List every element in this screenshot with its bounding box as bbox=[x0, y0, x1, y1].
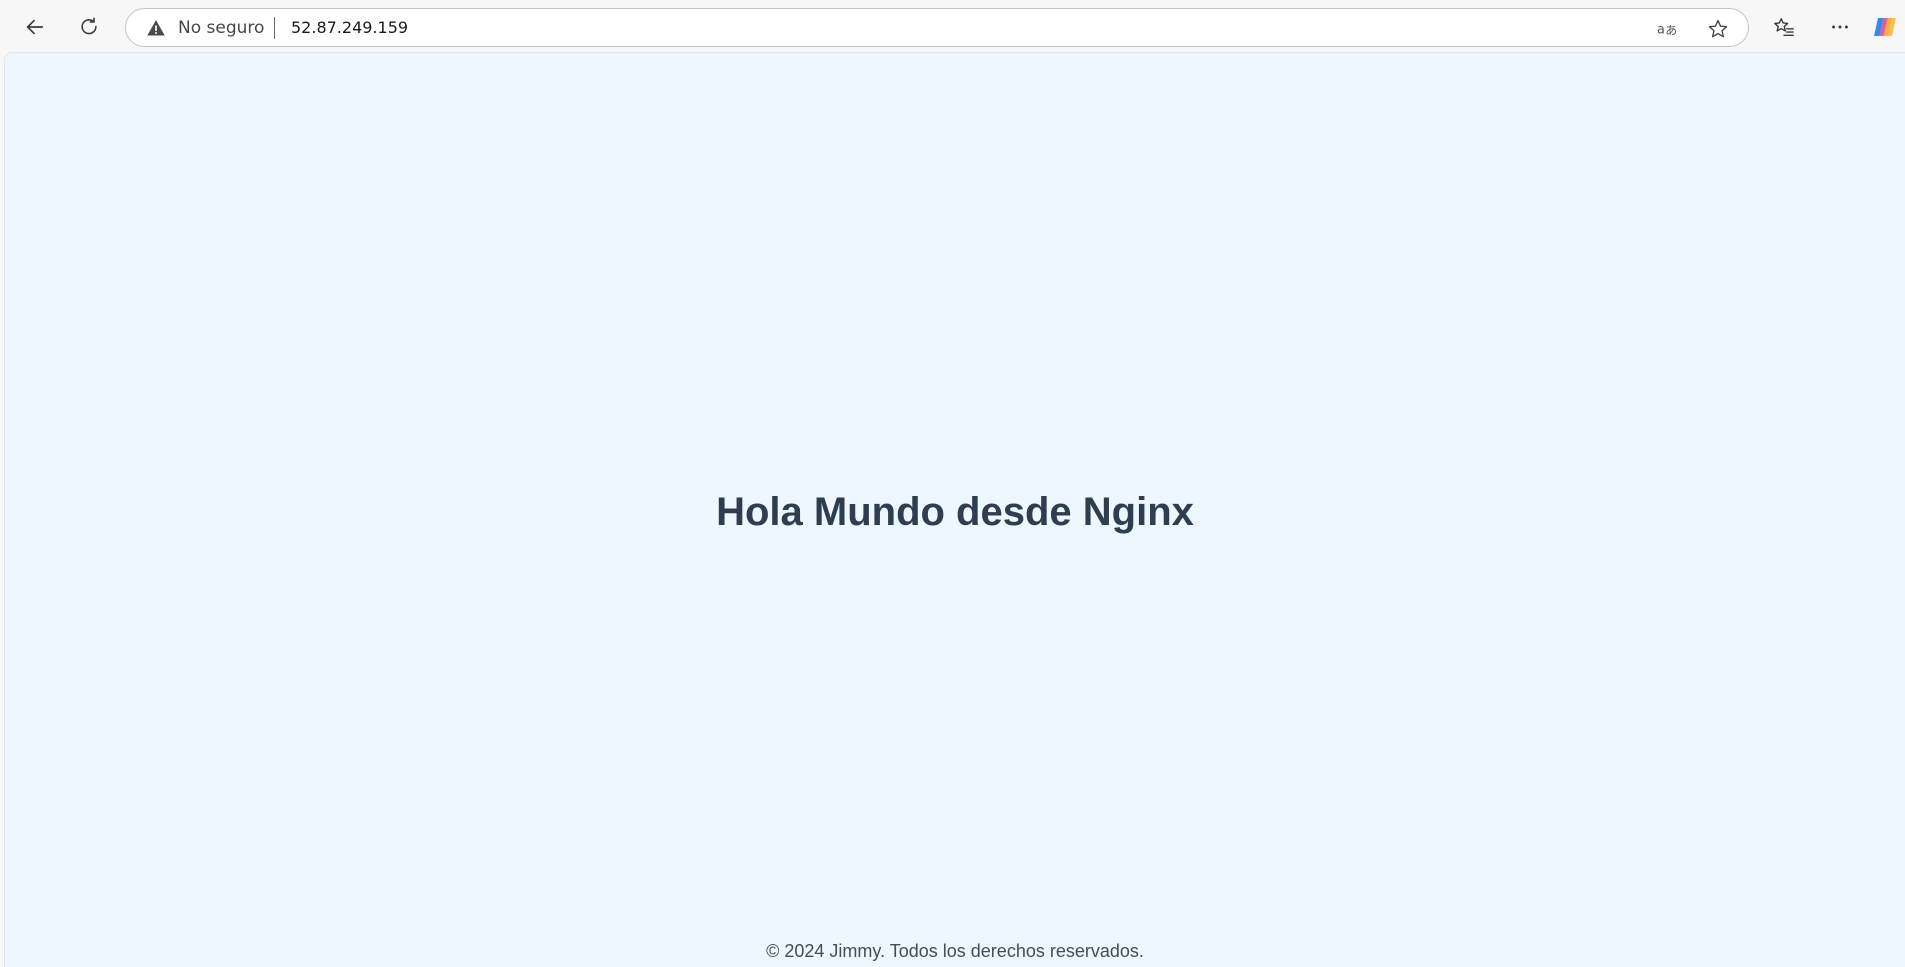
refresh-button[interactable] bbox=[69, 7, 109, 47]
page-footer: © 2024 Jimmy. Todos los derechos reserva… bbox=[766, 941, 1144, 961]
url-text[interactable]: 52.87.249.159 bbox=[291, 18, 408, 38]
back-button[interactable] bbox=[15, 7, 55, 47]
copilot-button[interactable] bbox=[1872, 7, 1905, 47]
translate-button[interactable]: a あ bbox=[1656, 17, 1680, 41]
page-heading: Hola Mundo desde Nginx bbox=[716, 490, 1194, 534]
add-favorite-button[interactable] bbox=[1706, 17, 1730, 41]
address-bar[interactable]: No seguro 52.87.249.159 a あ bbox=[125, 8, 1749, 47]
browser-window: No seguro 52.87.249.159 a あ Hola Mundo d… bbox=[0, 0, 1905, 967]
translate-icon: a あ bbox=[1657, 23, 1677, 38]
settings-more-button[interactable] bbox=[1820, 7, 1860, 47]
back-arrow-icon bbox=[26, 19, 44, 35]
page-viewport: Hola Mundo desde Nginx © 2024 Jimmy. Tod… bbox=[4, 52, 1905, 967]
favorites-list-icon bbox=[1774, 18, 1794, 36]
address-separator bbox=[274, 17, 275, 39]
favorites-button[interactable] bbox=[1764, 7, 1804, 47]
star-outline-icon bbox=[1708, 19, 1728, 38]
more-dots-icon bbox=[1832, 25, 1848, 29]
browser-toolbar: No seguro 52.87.249.159 a あ bbox=[0, 0, 1905, 52]
copilot-icon bbox=[1874, 18, 1896, 36]
security-status-label[interactable]: No seguro bbox=[178, 18, 264, 38]
svg-text:a: a bbox=[1657, 23, 1665, 38]
svg-text:あ: あ bbox=[1665, 24, 1677, 38]
refresh-icon bbox=[81, 17, 97, 35]
warning-triangle-icon[interactable] bbox=[146, 18, 166, 38]
